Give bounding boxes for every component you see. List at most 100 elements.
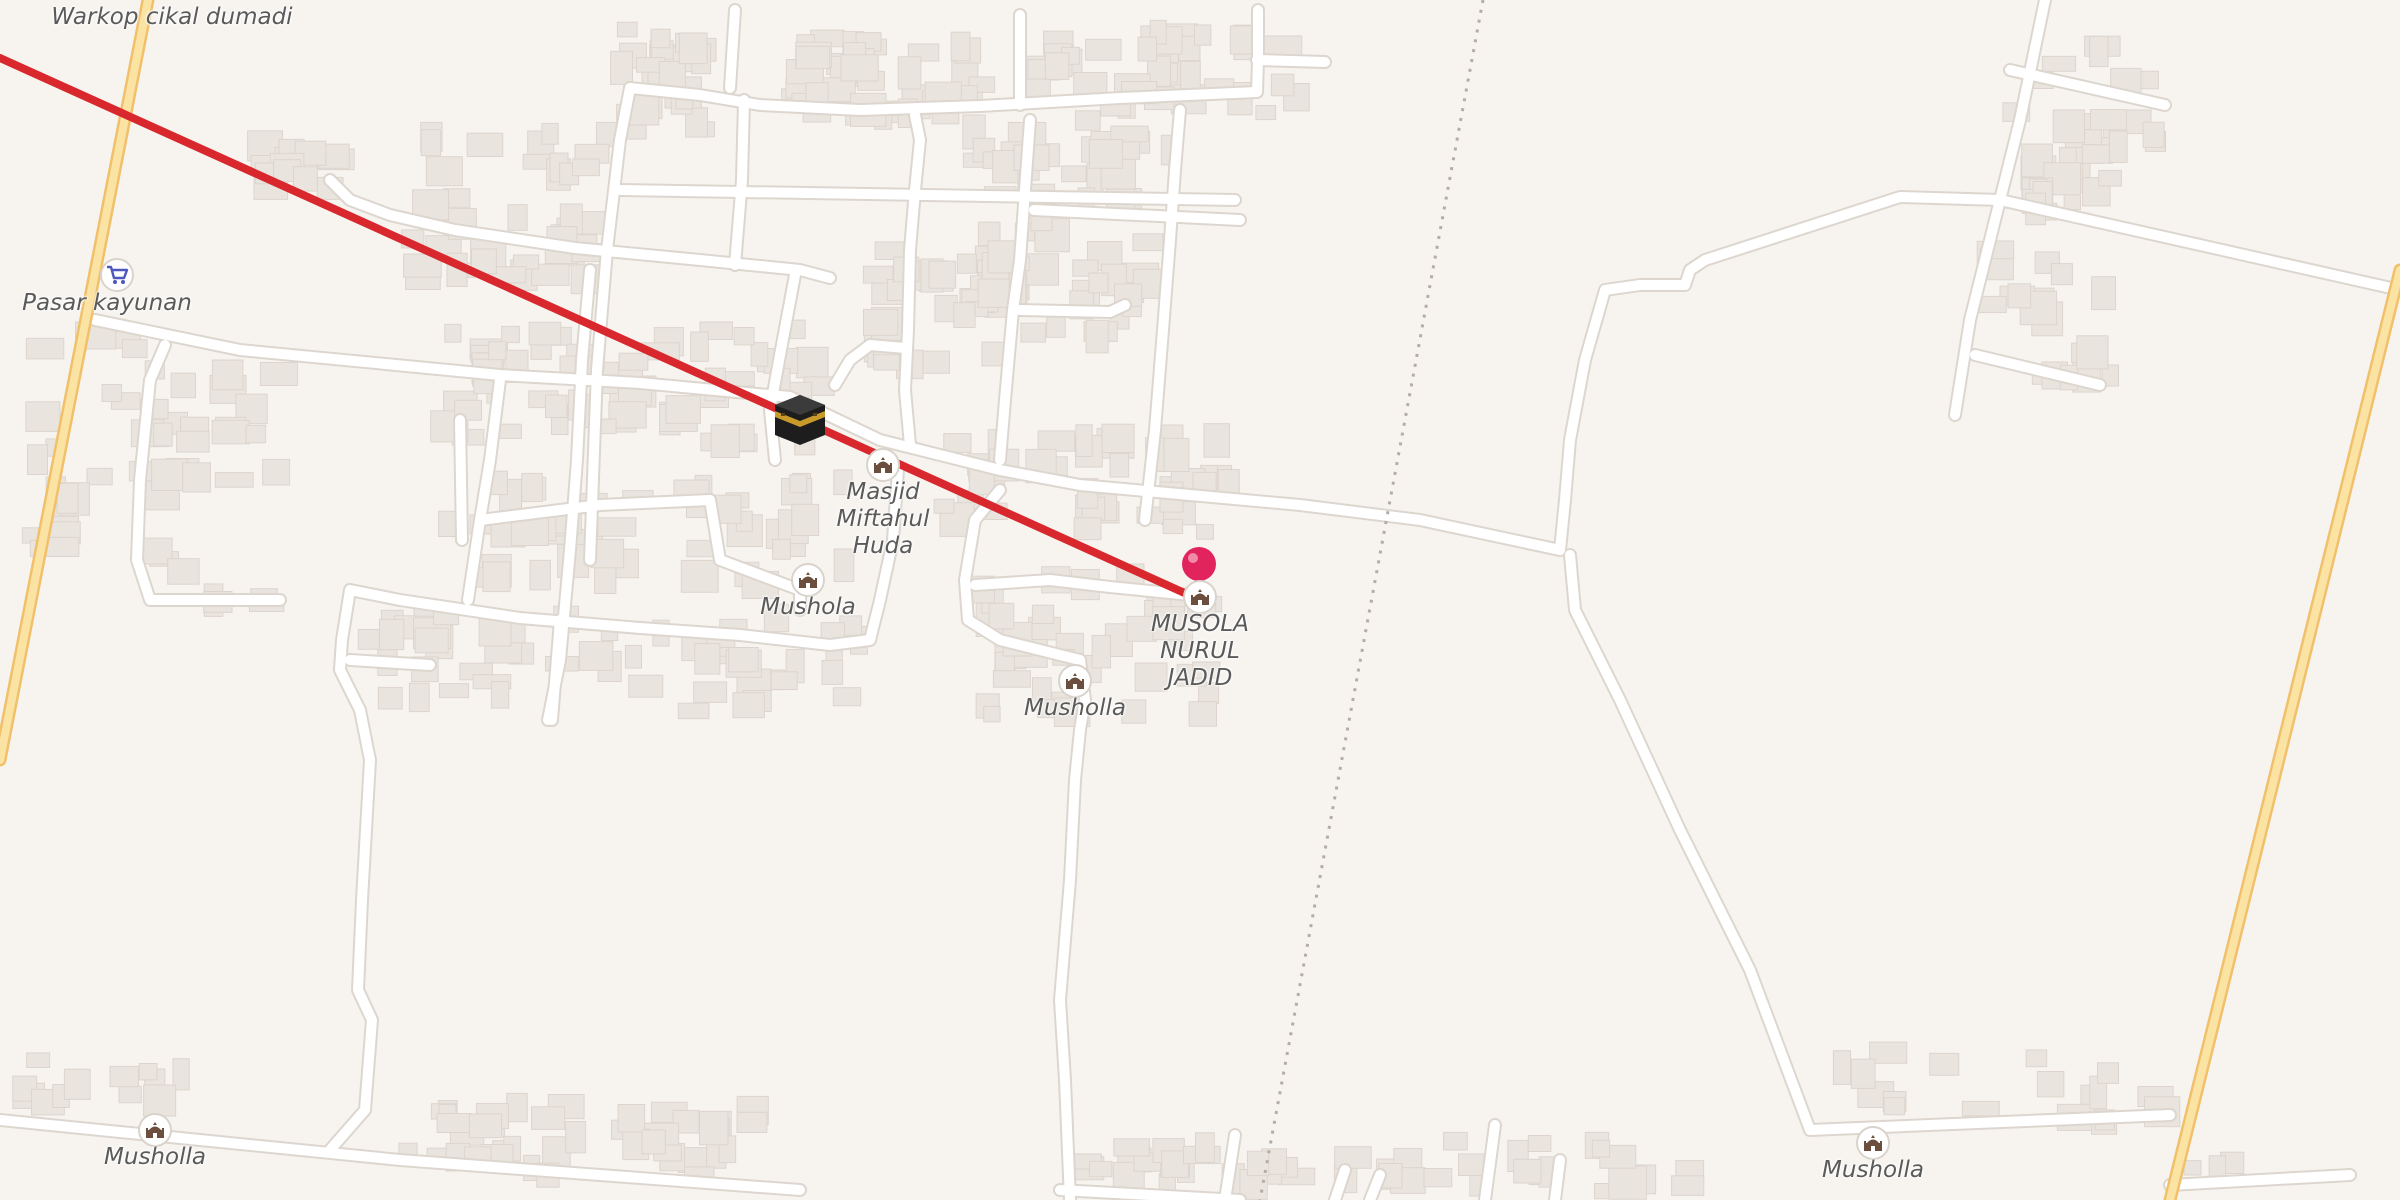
road-segment[interactable] [725,5,740,93]
building [988,602,1015,630]
building [2090,109,2127,131]
building [987,240,1016,274]
poi-label[interactable]: Musholla [1024,695,1126,722]
building [293,166,318,192]
building [545,394,568,419]
road-segment[interactable] [1550,1155,1565,1200]
building [27,444,48,475]
place-label[interactable]: Warkop cikal dumadi [51,4,292,31]
building [2089,35,2109,68]
building [408,682,430,713]
building [665,395,701,424]
building [1044,52,1070,80]
building [1196,523,1214,540]
building [1073,517,1102,541]
building [2183,1160,2202,1176]
shopping-cart-icon[interactable] [100,258,134,292]
building [501,325,520,344]
building [1270,73,1295,97]
building [628,674,664,698]
building [821,659,844,685]
building [641,1129,666,1155]
mosque-icon[interactable] [791,563,825,597]
building [832,687,862,707]
building [143,1084,177,1117]
building [379,618,405,651]
building [977,278,1010,308]
building [118,1085,142,1104]
mosque-icon[interactable] [866,448,900,482]
building [1046,316,1066,338]
poi-label[interactable]: Masjid Miftahul Huda [803,479,963,560]
building [109,1065,139,1088]
building [1591,1139,1611,1158]
building [2007,283,2032,309]
building [578,641,614,671]
building [1085,38,1122,61]
building [1088,272,1109,294]
building [897,56,922,90]
mosque-icon[interactable] [138,1113,172,1147]
poi-label[interactable]: Mushola [760,594,856,621]
building [425,156,463,187]
building [176,430,210,453]
building [1089,1160,1113,1178]
building [618,352,649,371]
building [2108,130,2128,163]
building [950,31,971,62]
mosque-icon[interactable] [1058,664,1092,698]
building [420,129,442,157]
kaaba-icon[interactable] [771,391,829,449]
building [121,339,148,359]
building [438,683,470,699]
building [728,647,759,673]
building [531,1106,566,1130]
building [56,482,79,514]
building [694,643,721,675]
mosque-icon[interactable] [1183,580,1217,614]
building [565,1121,587,1154]
building [693,681,728,703]
building [733,327,755,346]
building [1443,1131,1468,1151]
building [571,158,600,177]
building [45,536,80,558]
building [444,323,462,343]
poi-label[interactable]: Musholla [104,1144,206,1171]
road-segment[interactable] [335,585,375,765]
building [943,433,972,453]
building [211,419,250,445]
building [86,467,113,486]
building [1608,1165,1647,1200]
building [873,354,900,371]
building [1188,701,1217,727]
building [1527,1135,1552,1152]
poi-label[interactable]: Pasar kayunan [22,290,192,317]
map-canvas[interactable]: Musholla Mushola Masjid Miftahul Huda Musho… [0,0,2400,1200]
mosque-icon[interactable] [1856,1126,1890,1160]
building [182,462,211,493]
building [772,538,791,560]
building [466,132,504,157]
building [26,1052,51,1069]
building [840,54,879,82]
building [506,1092,528,1123]
building [1162,518,1184,535]
building [1061,165,1087,183]
building [680,559,719,593]
poi-label[interactable]: MUSOLA NURUL JADID [1125,611,1275,692]
road-segment[interactable] [345,655,435,670]
building [1832,1050,1852,1085]
building [1195,1132,1215,1163]
building [1180,60,1201,92]
building [1020,322,1046,343]
building [262,458,291,486]
building [138,1063,158,1081]
poi-label[interactable]: Musholla [1822,1157,1924,1184]
road-segment[interactable] [455,415,467,545]
building [1037,430,1076,452]
building [101,384,123,402]
road-segment[interactable] [1252,55,1330,67]
building [436,1113,473,1133]
building [1101,423,1135,454]
